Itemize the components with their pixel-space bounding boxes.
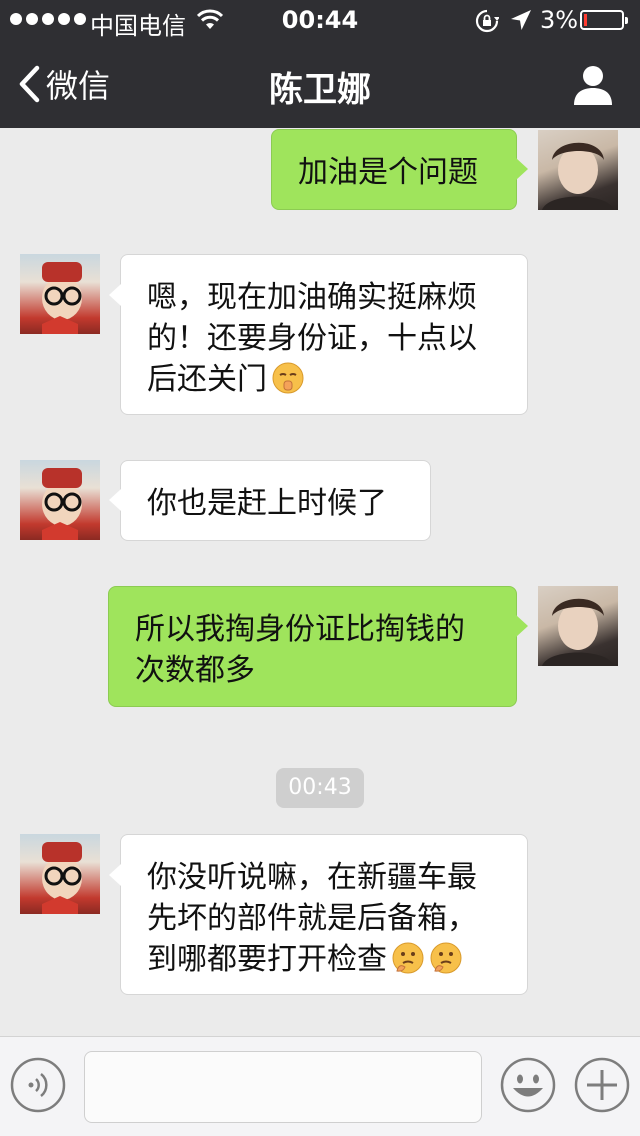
avatar-face-icon (542, 598, 614, 666)
thinking-face-icon (430, 942, 462, 974)
contact-avatar[interactable] (20, 254, 100, 334)
battery-icon (580, 10, 628, 30)
header: 中国电信 00:44 3% 微信 陈卫娜 (0, 0, 640, 128)
message-bubble-other[interactable]: 嗯，现在加油确实挺麻烦的！还要身份证，十点以后还关门 (120, 254, 528, 415)
location-arrow-icon (511, 10, 531, 30)
avatar-face-icon (42, 468, 82, 540)
contact-avatar[interactable] (20, 460, 100, 540)
message-text: 嗯，现在加油确实挺麻烦的！还要身份证，十点以后还关门 (147, 280, 477, 397)
status-bar: 中国电信 00:44 3% (0, 0, 640, 40)
avatar-face-icon (42, 842, 82, 914)
nav-bar: 微信 陈卫娜 (0, 40, 640, 128)
timestamp-badge: 00:43 (276, 768, 364, 808)
bubble-tail (109, 864, 121, 886)
message-text: 你也是赶上时候了 (147, 486, 387, 521)
battery-percent: 3% (540, 6, 579, 34)
voice-icon[interactable] (10, 1057, 66, 1113)
message-bubble-other[interactable]: 你没听说嘛，在新疆车最先坏的部件就是后备箱，到哪都要打开检查 (120, 834, 528, 995)
message-input[interactable] (84, 1051, 482, 1123)
input-bar (0, 1036, 640, 1136)
avatar-face-icon (542, 142, 614, 210)
contact-avatar[interactable] (20, 834, 100, 914)
my-avatar[interactable] (538, 586, 618, 666)
page-title: 陈卫娜 (269, 70, 371, 110)
message-bubble-self[interactable]: 加油是个问题 (271, 129, 517, 210)
my-avatar[interactable] (538, 130, 618, 210)
bubble-tail (516, 615, 528, 637)
message-bubble-self[interactable]: 所以我掏身份证比掏钱的次数都多 (108, 586, 517, 707)
message-text: 你没听说嘛，在新疆车最先坏的部件就是后备箱，到哪都要打开检查 (147, 860, 477, 977)
message-bubble-other[interactable]: 你也是赶上时候了 (120, 460, 431, 541)
thinking-face-icon (392, 942, 424, 974)
person-icon[interactable] (572, 64, 614, 106)
message-text: 所以我掏身份证比掏钱的次数都多 (135, 612, 465, 688)
bubble-tail (109, 489, 121, 511)
rotation-lock-icon (475, 9, 499, 33)
bubble-tail (516, 158, 528, 180)
shushing-face-icon (272, 362, 304, 394)
plus-icon[interactable] (574, 1057, 630, 1113)
bubble-tail (109, 284, 121, 306)
chat-area[interactable]: 加油是个问题 嗯，现在加油确实挺麻烦的！还要身份证，十点以后还关门 你也是赶上时… (0, 128, 640, 1036)
chat-screen: 中国电信 00:44 3% 微信 陈卫娜 加油是个问题 嗯，现在加油确实挺麻烦的… (0, 0, 640, 1136)
message-text: 加油是个问题 (298, 155, 478, 190)
smiley-face-icon[interactable] (500, 1057, 556, 1113)
avatar-face-icon (42, 262, 82, 334)
